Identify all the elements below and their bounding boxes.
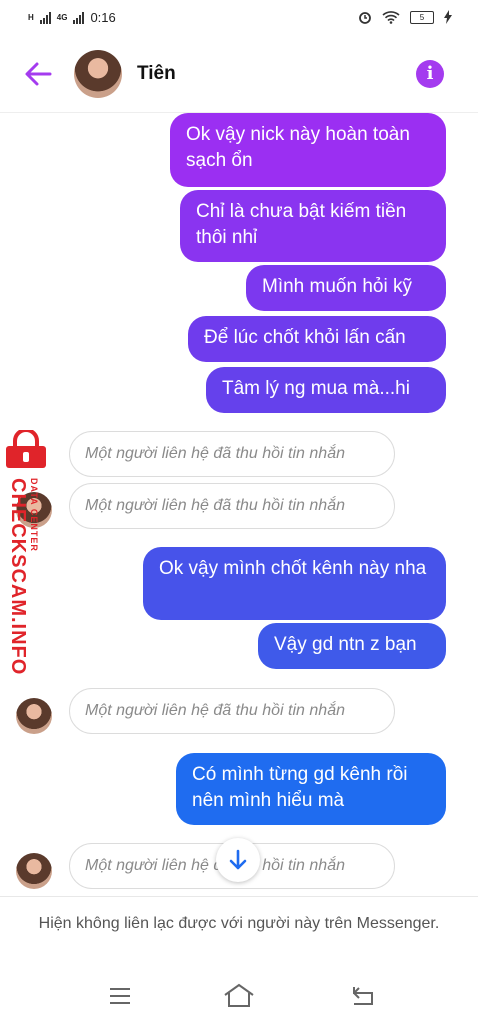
menu-icon[interactable]	[108, 986, 132, 1006]
sent-message[interactable]: Có mình từng gd kênh rồi nên mình hiểu m…	[176, 753, 446, 825]
back-arrow-icon[interactable]	[22, 58, 54, 90]
contact-avatar-small[interactable]	[16, 698, 52, 734]
recalled-message[interactable]: Một người liên hệ đã thu hồi tin nhắn	[69, 431, 395, 477]
alarm-icon	[359, 12, 371, 24]
unavailable-notice: Hiện không liên lạc được với người này t…	[0, 896, 478, 966]
signal-icon-2	[73, 11, 85, 24]
status-right: 5	[358, 10, 452, 24]
system-nav-bar	[0, 966, 478, 1024]
sent-message[interactable]: Để lúc chốt khỏi lấn cấn	[188, 316, 446, 362]
lock-icon	[6, 430, 46, 468]
watermark: CHECKSCAM.INFO DATA CENTER	[2, 430, 52, 675]
recalled-message[interactable]: Một người liên hệ đã thu hồi tin nhắn	[69, 688, 395, 734]
network-label: H	[28, 13, 34, 22]
sent-message[interactable]: Vậy gd ntn z bạn	[258, 623, 446, 669]
status-bar: H 4G 0:16 5	[0, 0, 478, 36]
contact-name[interactable]: Tiên	[137, 63, 176, 85]
battery-icon: 5	[410, 10, 434, 24]
sent-message[interactable]: Chỉ là chưa bật kiếm tiền thôi nhỉ	[180, 190, 446, 262]
status-left: H 4G 0:16	[28, 10, 116, 25]
info-icon[interactable]: i	[416, 60, 444, 88]
contact-avatar-small[interactable]	[16, 853, 52, 889]
arrow-down-icon	[229, 849, 247, 870]
recalled-message[interactable]: Một người liên hệ đã thu hồi tin nhắn	[69, 483, 395, 529]
home-icon[interactable]	[222, 982, 256, 1008]
back-nav-icon[interactable]	[350, 984, 376, 1006]
watermark-main-text: CHECKSCAM.INFO	[7, 478, 29, 676]
sent-message[interactable]: Tâm lý ng mua mà...hi	[206, 367, 446, 413]
network-4g-label: 4G	[56, 13, 68, 22]
sent-message[interactable]: Ok vậy nick này hoàn toàn sạch ổn	[170, 113, 446, 187]
sent-message[interactable]: Mình muốn hỏi kỹ	[246, 265, 446, 311]
sent-message[interactable]: Ok vậy mình chốt kênh này nha	[143, 547, 446, 620]
wifi-icon	[382, 11, 400, 24]
charging-icon	[444, 10, 452, 24]
contact-avatar[interactable]	[74, 50, 122, 98]
signal-icon	[39, 11, 51, 24]
watermark-sub-text: DATA CENTER	[29, 478, 39, 552]
chat-header: Tiên i	[0, 36, 478, 113]
status-time: 0:16	[90, 10, 116, 25]
scroll-down-button[interactable]	[216, 838, 260, 882]
